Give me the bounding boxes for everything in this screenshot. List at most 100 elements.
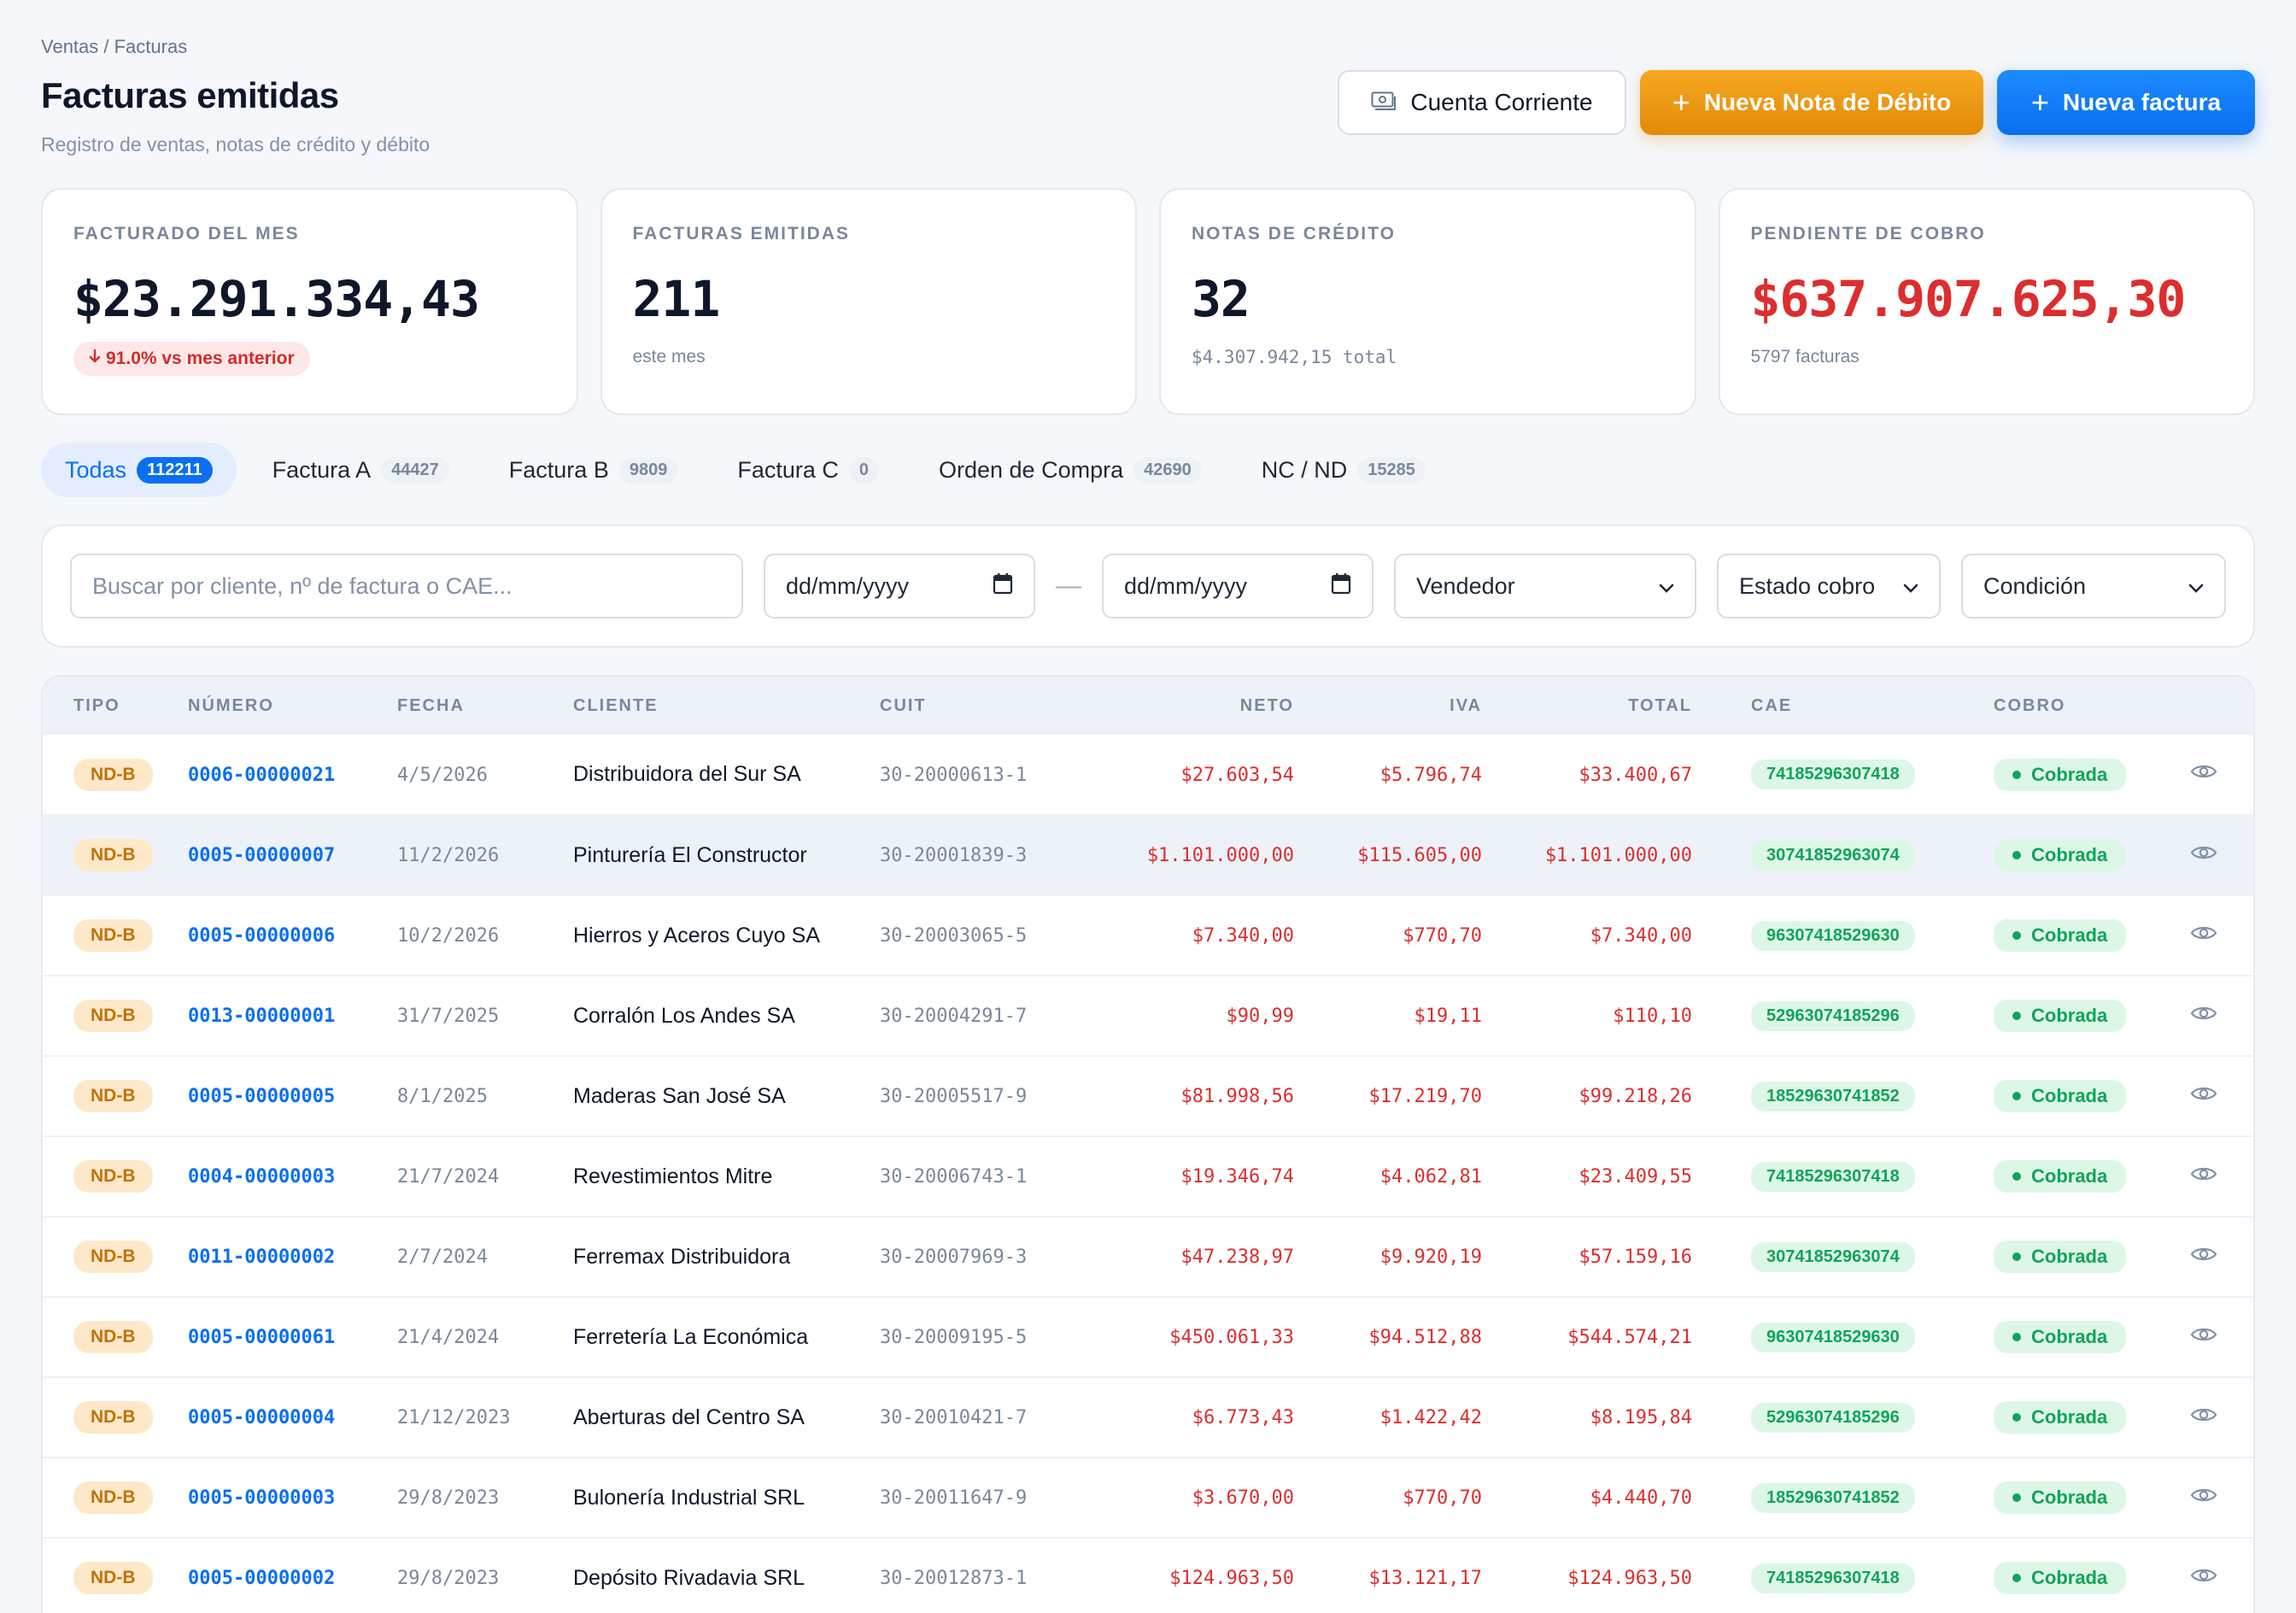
cell-spacer bbox=[1692, 735, 1751, 815]
eye-icon[interactable] bbox=[2190, 843, 2217, 868]
col-numero[interactable]: NÚMERO bbox=[188, 677, 397, 735]
date-from-input[interactable]: dd/mm/yyyy bbox=[764, 554, 1035, 619]
nueva-factura-label: Nueva factura bbox=[2062, 89, 2222, 115]
invoice-number-link[interactable]: 0005-00000004 bbox=[188, 1407, 335, 1428]
cell-neto: $124.963,50 bbox=[1072, 1538, 1294, 1613]
cell-neto: $47.238,97 bbox=[1072, 1217, 1294, 1297]
tab-factura-a[interactable]: Factura A 44427 bbox=[249, 443, 473, 497]
neto-amount: $1.101.000,00 bbox=[1146, 845, 1294, 866]
cell-spacer bbox=[1692, 1136, 1751, 1217]
table-row[interactable]: ND-B 0013-00000001 31/7/2025 Corralón Lo… bbox=[43, 976, 2253, 1056]
table-row[interactable]: ND-B 0006-00000021 4/5/2026 Distribuidor… bbox=[43, 735, 2253, 815]
calendar-icon[interactable] bbox=[993, 572, 1013, 601]
col-fecha[interactable]: FECHA bbox=[397, 677, 573, 735]
date-from-value: dd/mm/yyyy bbox=[786, 572, 910, 599]
col-neto[interactable]: NETO bbox=[1072, 677, 1294, 735]
breadcrumb[interactable]: Ventas / Facturas bbox=[41, 36, 187, 58]
invoices-grid: TIPO NÚMERO FECHA CLIENTE CUIT NETO IVA … bbox=[43, 677, 2253, 1613]
tab-count: 112211 bbox=[137, 456, 213, 484]
tab-factura-b[interactable]: Factura B 9809 bbox=[485, 443, 702, 497]
cell-cliente: Depósito Rivadavia SRL bbox=[573, 1538, 880, 1613]
cell-cobro: Cobrada bbox=[1994, 1297, 2147, 1377]
tab-factura-c[interactable]: Factura C 0 bbox=[713, 443, 903, 497]
col-cae[interactable]: CAE bbox=[1751, 677, 1994, 735]
cae-badge: 18529630741852 bbox=[1751, 1081, 1915, 1112]
table-row[interactable]: ND-B 0004-00000003 21/7/2024 Revestimien… bbox=[43, 1136, 2253, 1217]
condicion-select[interactable]: Condición bbox=[1961, 554, 2226, 619]
table-row[interactable]: ND-B 0005-00000061 21/4/2024 Ferretería … bbox=[43, 1297, 2253, 1377]
invoice-number-link[interactable]: 0011-00000002 bbox=[188, 1246, 335, 1268]
invoice-date: 29/8/2023 bbox=[397, 1568, 500, 1589]
nueva-nota-debito-button[interactable]: + Nueva Nota de Débito bbox=[1640, 70, 1983, 135]
invoice-number-link[interactable]: 0005-00000007 bbox=[188, 845, 335, 866]
cell-iva: $115.605,00 bbox=[1294, 815, 1482, 895]
eye-icon[interactable] bbox=[2190, 762, 2217, 787]
eye-icon[interactable] bbox=[2190, 1486, 2217, 1510]
invoice-number-link[interactable]: 0004-00000003 bbox=[188, 1166, 335, 1188]
cell-spacer bbox=[1692, 1538, 1751, 1613]
cell-fecha: 8/1/2025 bbox=[397, 1056, 573, 1136]
calendar-icon[interactable] bbox=[1331, 572, 1351, 601]
col-total[interactable]: TOTAL bbox=[1482, 677, 1692, 735]
search-input[interactable]: Buscar por cliente, nº de factura o CAE.… bbox=[70, 554, 743, 619]
table-row[interactable]: ND-B 0005-00000002 29/8/2023 Depósito Ri… bbox=[43, 1538, 2253, 1613]
invoice-number-link[interactable]: 0006-00000021 bbox=[188, 765, 335, 786]
eye-icon[interactable] bbox=[2190, 1566, 2217, 1591]
cuenta-corriente-button[interactable]: Cuenta Corriente bbox=[1338, 70, 1626, 135]
nueva-factura-button[interactable]: + Nueva factura bbox=[1997, 70, 2255, 135]
cobro-status-text: Cobrada bbox=[2031, 1005, 2108, 1026]
cell-cuit: 30-20004291-7 bbox=[880, 976, 1072, 1056]
cell-fecha: 29/8/2023 bbox=[397, 1458, 573, 1538]
kpi-label: FACTURAS EMITIDAS bbox=[632, 224, 850, 243]
total-amount: $4.440,70 bbox=[1590, 1487, 1692, 1509]
table-row[interactable]: ND-B 0005-00000004 21/12/2023 Aberturas … bbox=[43, 1377, 2253, 1458]
invoice-number-link[interactable]: 0005-00000002 bbox=[188, 1568, 335, 1589]
col-cobro[interactable]: COBRO bbox=[1994, 677, 2147, 735]
neto-amount: $124.963,50 bbox=[1169, 1568, 1294, 1589]
tab-todas[interactable]: Todas 112211 bbox=[41, 443, 237, 497]
eye-icon[interactable] bbox=[2190, 1004, 2217, 1029]
col-tipo[interactable]: TIPO bbox=[43, 677, 188, 735]
estado-cobro-select[interactable]: Estado cobro bbox=[1717, 554, 1941, 619]
table-row[interactable]: ND-B 0005-00000003 29/8/2023 Bulonería I… bbox=[43, 1458, 2253, 1538]
cell-cuit: 30-20001839-3 bbox=[880, 815, 1072, 895]
cell-fecha: 21/7/2024 bbox=[397, 1136, 573, 1217]
cell-actions bbox=[2147, 1136, 2253, 1217]
kpi-value: $637.907.625,30 bbox=[1750, 270, 2187, 328]
cobro-status-badge: Cobrada bbox=[1994, 1562, 2127, 1594]
cell-actions bbox=[2147, 1056, 2253, 1136]
neto-amount: $81.998,56 bbox=[1180, 1086, 1294, 1107]
invoice-number-link[interactable]: 0005-00000005 bbox=[188, 1086, 335, 1107]
invoice-number-link[interactable]: 0005-00000061 bbox=[188, 1327, 335, 1348]
table-row[interactable]: ND-B 0005-00000006 10/2/2026 Hierros y A… bbox=[43, 895, 2253, 976]
eye-icon[interactable] bbox=[2190, 1405, 2217, 1430]
eye-icon[interactable] bbox=[2190, 1164, 2217, 1189]
eye-icon[interactable] bbox=[2190, 1325, 2217, 1350]
table-row[interactable]: ND-B 0011-00000002 2/7/2024 Ferremax Dis… bbox=[43, 1217, 2253, 1297]
cae-badge: 30741852963074 bbox=[1751, 1241, 1915, 1272]
table-row[interactable]: ND-B 0005-00000005 8/1/2025 Maderas San … bbox=[43, 1056, 2253, 1136]
cell-tipo: ND-B bbox=[43, 895, 188, 976]
date-to-input[interactable]: dd/mm/yyyy bbox=[1102, 554, 1374, 619]
cell-iva: $770,70 bbox=[1294, 1458, 1482, 1538]
tab-orden-compra[interactable]: Orden de Compra 42690 bbox=[915, 443, 1226, 497]
iva-amount: $4.062,81 bbox=[1379, 1166, 1482, 1188]
cae-badge: 74185296307418 bbox=[1751, 1161, 1915, 1192]
vendedor-select[interactable]: Vendedor bbox=[1394, 554, 1696, 619]
invoice-number-link[interactable]: 0005-00000003 bbox=[188, 1487, 335, 1509]
eye-icon[interactable] bbox=[2190, 924, 2217, 948]
cobro-status-badge: Cobrada bbox=[1994, 1321, 2127, 1353]
client-cuit: 30-20001839-3 bbox=[880, 845, 1028, 866]
invoice-number-link[interactable]: 0013-00000001 bbox=[188, 1006, 335, 1027]
col-iva[interactable]: IVA bbox=[1294, 677, 1482, 735]
table-row[interactable]: ND-B 0005-00000007 11/2/2026 Pinturería … bbox=[43, 815, 2253, 895]
tab-nc-nd[interactable]: NC / ND 15285 bbox=[1238, 443, 1450, 497]
status-dot bbox=[2012, 1413, 2021, 1422]
eye-icon[interactable] bbox=[2190, 1084, 2217, 1109]
invoice-number-link[interactable]: 0005-00000006 bbox=[188, 925, 335, 947]
col-cuit[interactable]: CUIT bbox=[880, 677, 1072, 735]
client-cuit: 30-20006743-1 bbox=[880, 1166, 1028, 1188]
cell-cae: 96307418529630 bbox=[1751, 895, 1994, 976]
eye-icon[interactable] bbox=[2190, 1245, 2217, 1270]
col-cliente[interactable]: CLIENTE bbox=[573, 677, 880, 735]
